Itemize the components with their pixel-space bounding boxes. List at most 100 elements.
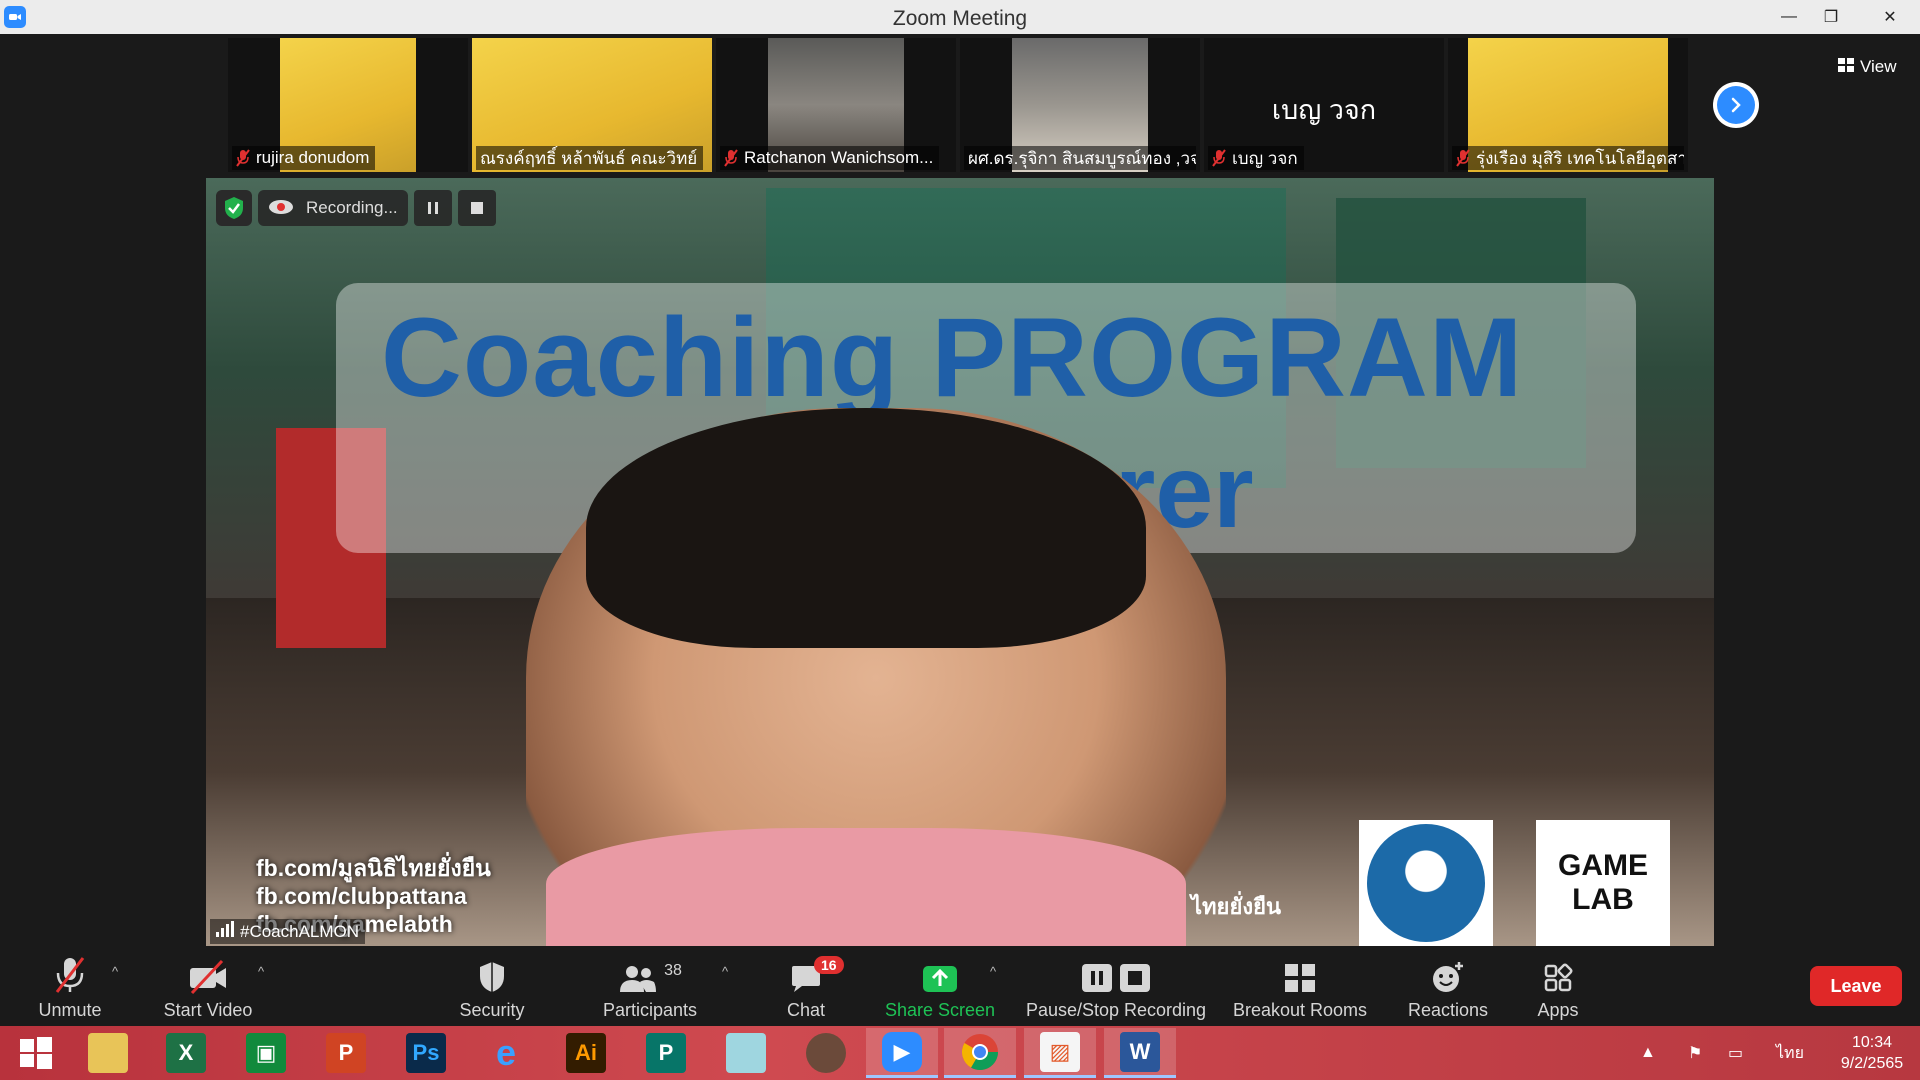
participant-tile[interactable]: Ratchanon Wanichsom... [716, 38, 956, 172]
participants-icon: 38 [618, 954, 682, 994]
shield-icon [477, 954, 507, 994]
action-center-flag-icon[interactable]: ⚑ [1688, 1026, 1702, 1080]
windows-taskbar: X ▣ P Ps e Ai P ▶ ▨ W ▲ ⚑ ▭ ไทย 10:34 9/… [0, 1026, 1920, 1080]
speaker-name-label: #CoachALMON [210, 919, 366, 944]
meeting-area: rujira donudom ณรงค์ฤทธิ์ หล้าพันธ์ คณะว… [0, 34, 1920, 948]
gamelab-logo: GAME LAB [1536, 820, 1670, 946]
clock-date: 9/2/2565 [1840, 1055, 1904, 1072]
video-off-icon [188, 954, 228, 994]
powerpoint-icon[interactable]: P [310, 1028, 382, 1078]
excel-icon[interactable]: X [150, 1028, 222, 1078]
store-icon[interactable]: ▣ [230, 1028, 302, 1078]
participant-name-label: Ratchanon Wanichsom... [720, 146, 940, 170]
mic-muted-icon [724, 149, 738, 167]
participant-name-label: rujira donudom [232, 146, 376, 170]
share-options-caret[interactable]: ^ [990, 964, 996, 979]
apps-icon [1543, 954, 1573, 994]
background-headline: Coaching PROGRAM [381, 295, 1524, 420]
breakout-rooms-icon [1283, 954, 1317, 994]
close-button[interactable]: ✕ [1860, 0, 1920, 34]
audio-options-caret[interactable]: ^ [112, 964, 118, 979]
title-bar: Zoom Meeting — ❐ ✕ [0, 0, 1920, 34]
windows-logo-icon [20, 1037, 52, 1069]
mic-muted-icon [236, 149, 250, 167]
window-title: Zoom Meeting [892, 7, 1028, 30]
chat-unread-badge: 16 [814, 956, 844, 974]
reactions-button[interactable]: Reactions [1398, 954, 1498, 1024]
cloud-record-icon [268, 197, 294, 220]
zoom-taskbar-icon[interactable]: ▶ [866, 1028, 938, 1078]
clock-time: 10:34 [1851, 1034, 1893, 1051]
grid-icon [1838, 57, 1854, 77]
participant-tile[interactable]: rujira donudom [228, 38, 468, 172]
speaker-name: #CoachALMON [240, 921, 360, 941]
thai-yangyuen-logo: ไทยยั่งยืน [1190, 893, 1282, 919]
breakout-rooms-button[interactable]: Breakout Rooms [1230, 954, 1370, 1024]
speaker-shirt [546, 828, 1186, 946]
stop-recording-button[interactable] [457, 190, 496, 226]
mic-muted-icon [53, 954, 87, 994]
share-screen-button[interactable]: Share Screen [882, 954, 998, 1024]
video-options-caret[interactable]: ^ [258, 964, 264, 979]
unmute-button[interactable]: Unmute [30, 954, 110, 1024]
view-label: View [1860, 57, 1897, 76]
internet-explorer-icon[interactable]: e [470, 1028, 542, 1078]
signal-strength-icon [216, 921, 234, 942]
participant-name-label: รุ่งเรือง มุสิริ เทคโนโลยีอุตสา... [1452, 146, 1684, 170]
pause-stop-recording-button[interactable]: Pause/Stop Recording [1024, 954, 1208, 1024]
publisher-icon[interactable]: P [630, 1028, 702, 1078]
participants-button[interactable]: 38 Participants [598, 954, 702, 1024]
file-explorer-icon[interactable] [72, 1028, 144, 1078]
start-video-button[interactable]: Start Video [158, 954, 258, 1024]
participant-display-name: เบญ วจก [1271, 95, 1377, 125]
minimize-button[interactable]: — [1766, 0, 1812, 34]
participant-name: rujira donudom [256, 148, 370, 167]
fb-link: fb.com/มูลนิธิไทยยั่งยืน [256, 855, 491, 881]
participants-options-caret[interactable]: ^ [722, 964, 728, 979]
next-page-button[interactable] [1713, 82, 1759, 128]
network-icon[interactable]: ▭ [1728, 1026, 1743, 1080]
chrome-icon[interactable] [944, 1028, 1016, 1078]
participant-name: ผศ.ดร.รุจิกา สินสมบูรณ์ทอง ,วจก [968, 148, 1196, 168]
chevron-right-icon [1717, 86, 1755, 124]
participant-name-label: ณรงค์ฤทธิ์ หล้าพันธ์ คณะวิทย์ [476, 146, 704, 170]
fb-link: fb.com/clubpattana [256, 883, 467, 909]
participant-filmstrip: rujira donudom ณรงค์ฤทธิ์ หล้าพันธ์ คณะว… [228, 38, 1692, 172]
participant-tile[interactable]: ผศ.ดร.รุจิกา สินสมบูรณ์ทอง ,วจก [960, 38, 1200, 172]
mic-muted-icon [1456, 149, 1470, 167]
participants-count: 38 [664, 962, 682, 979]
system-clock[interactable]: 10:34 9/2/2565 [1830, 1032, 1914, 1074]
word-icon[interactable]: W [1104, 1028, 1176, 1078]
view-button[interactable]: View [1830, 52, 1905, 82]
participant-name-label: เบญ วจก [1208, 146, 1304, 170]
security-button[interactable]: Security [452, 954, 532, 1024]
illustrator-icon[interactable]: Ai [550, 1028, 622, 1078]
participant-tile[interactable]: ณรงค์ฤทธิ์ หล้าพันธ์ คณะวิทย์ [472, 38, 712, 172]
participant-name: รุ่งเรือง มุสิริ เทคโนโลยีอุตสา... [1476, 148, 1684, 168]
participant-tile[interactable]: เบญ วจก เบญ วจก [1204, 38, 1444, 172]
encryption-shield-icon[interactable] [216, 190, 252, 226]
participant-name: ณรงค์ฤทธิ์ หล้าพันธ์ คณะวิทย์ [480, 148, 698, 168]
language-indicator[interactable]: ไทย [1776, 1026, 1804, 1080]
participant-tile[interactable]: รุ่งเรือง มุสิริ เทคโนโลยีอุตสา... [1448, 38, 1688, 172]
recording-status: Recording... [258, 190, 408, 226]
chat-button[interactable]: Chat 16 [766, 954, 846, 1024]
start-button[interactable] [0, 1028, 72, 1078]
participant-name: เบญ วจก [1232, 148, 1298, 168]
photoscape-icon[interactable] [790, 1028, 862, 1078]
share-screen-icon [921, 954, 959, 994]
paint-icon[interactable]: ▨ [1024, 1028, 1096, 1078]
maximize-button[interactable]: ❐ [1808, 0, 1854, 34]
leave-button[interactable]: Leave [1810, 966, 1902, 1006]
pause-stop-icon [1080, 954, 1152, 994]
foundation-logo [1359, 820, 1493, 946]
notepad-icon[interactable] [710, 1028, 782, 1078]
participant-name-label: ผศ.ดร.รุจิกา สินสมบูรณ์ทอง ,วจก [964, 146, 1196, 170]
photoshop-icon[interactable]: Ps [390, 1028, 462, 1078]
apps-button[interactable]: Apps [1528, 954, 1588, 1024]
speaker-hair [586, 408, 1146, 648]
mic-muted-icon [1212, 149, 1226, 167]
emoji-plus-icon [1431, 954, 1465, 994]
pause-recording-button[interactable] [413, 190, 452, 226]
show-hidden-icons[interactable]: ▲ [1640, 1026, 1656, 1080]
